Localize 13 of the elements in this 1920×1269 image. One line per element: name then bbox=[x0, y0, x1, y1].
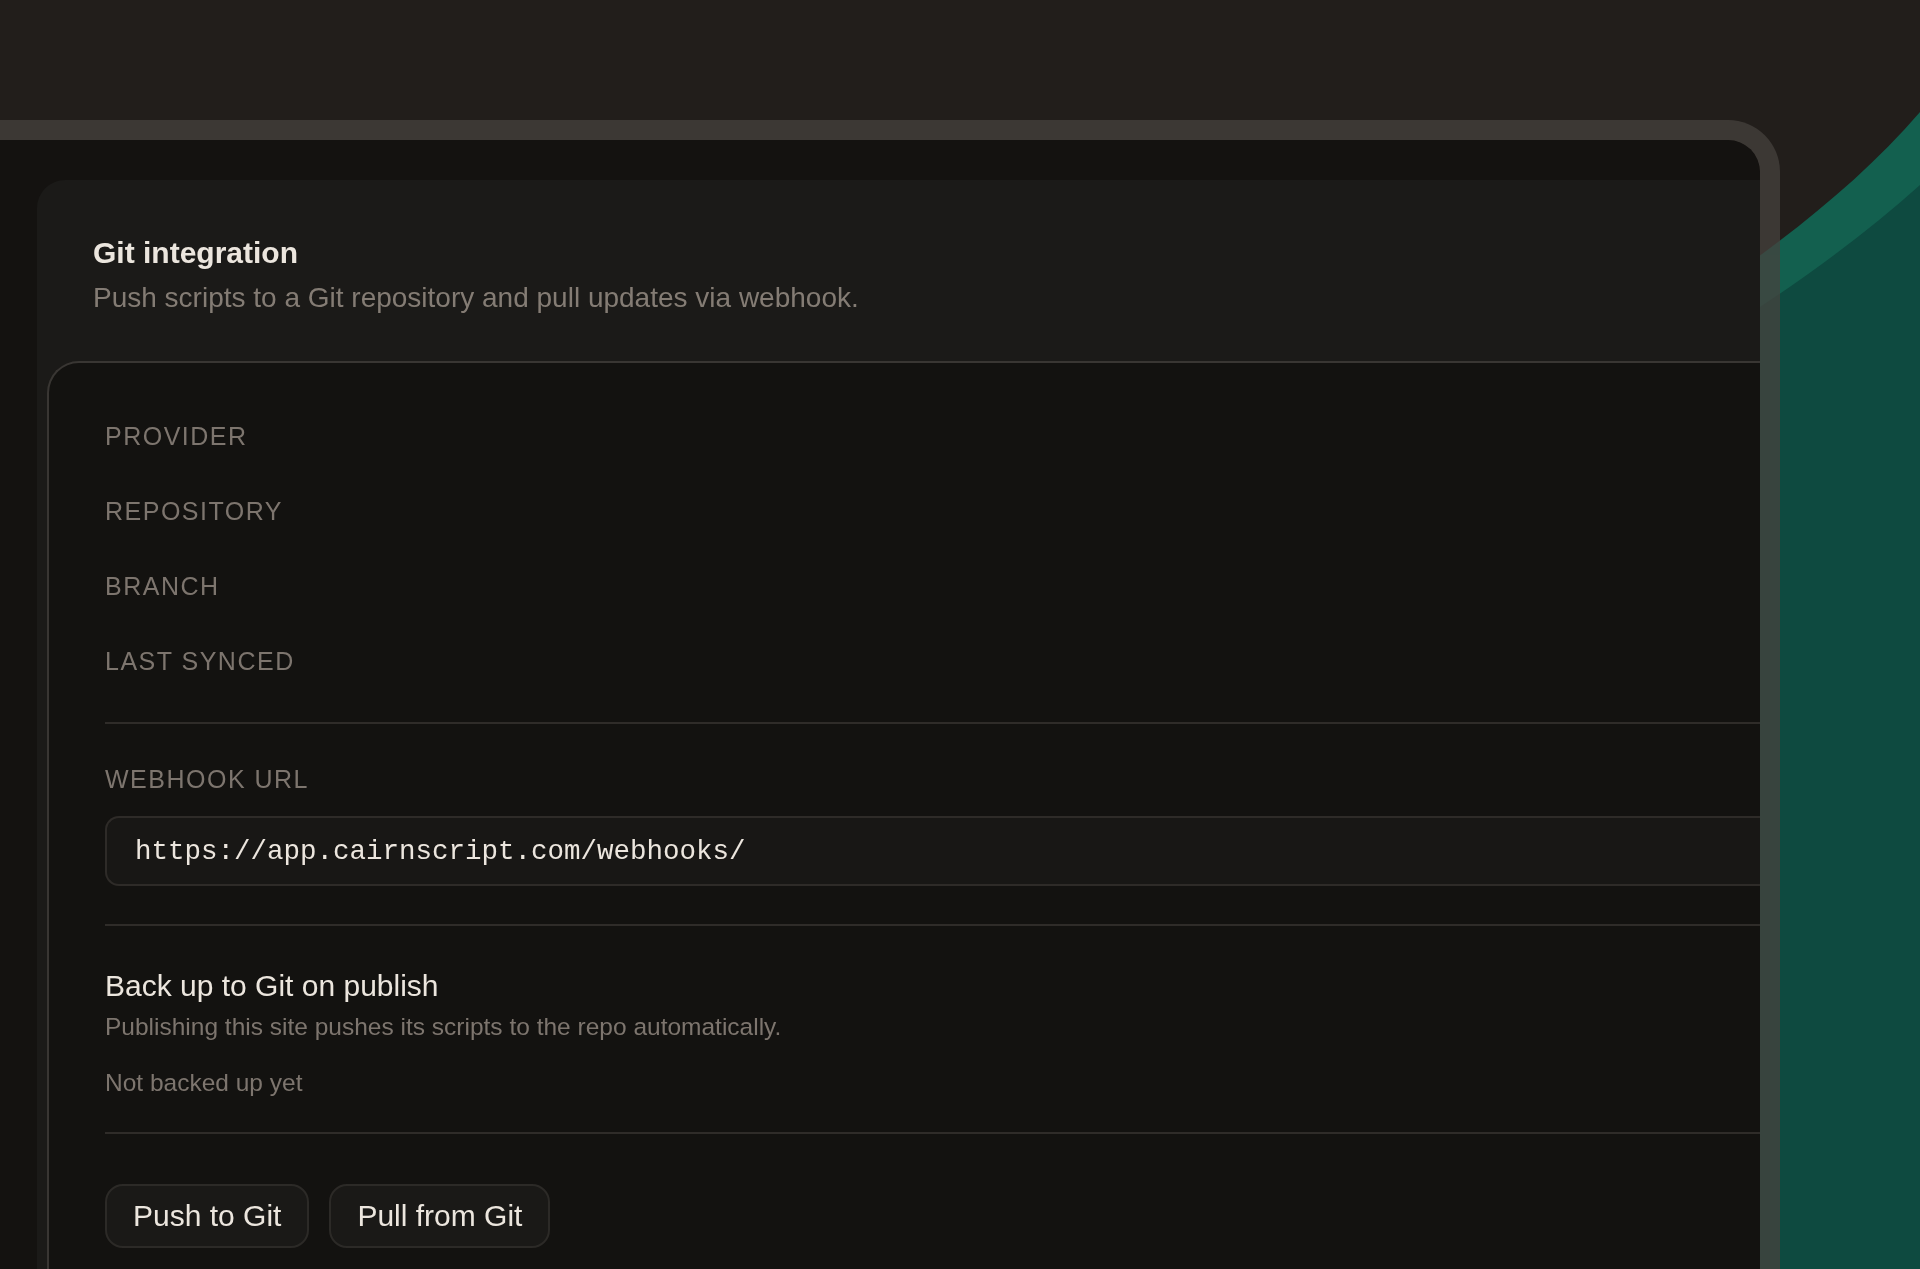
field-label: PROVIDER bbox=[105, 421, 249, 451]
section-subtitle: Push scripts to a Git repository and pull updates via webhook. bbox=[93, 281, 860, 315]
section-title: Git integration bbox=[93, 235, 299, 271]
setting-title: Back up to Git on publish bbox=[105, 968, 440, 1004]
setting-description: Publishing this site pushes its scripts to the repo automatically. bbox=[105, 1012, 783, 1042]
field-label: REPOSITORY bbox=[105, 496, 284, 526]
field-label: BRANCH bbox=[105, 571, 221, 601]
field-label: LAST SYNCED bbox=[105, 646, 296, 676]
pull-button[interactable]: Pull from Git bbox=[329, 1184, 551, 1248]
field-label: WEBHOOK URL bbox=[105, 764, 311, 794]
webhook-url-field[interactable]: https://app.cairnscript.com/webhooks/ bbox=[105, 816, 1760, 886]
backup-status: Not backed up yet bbox=[105, 1068, 304, 1098]
push-button[interactable]: Push to Git bbox=[105, 1184, 310, 1248]
